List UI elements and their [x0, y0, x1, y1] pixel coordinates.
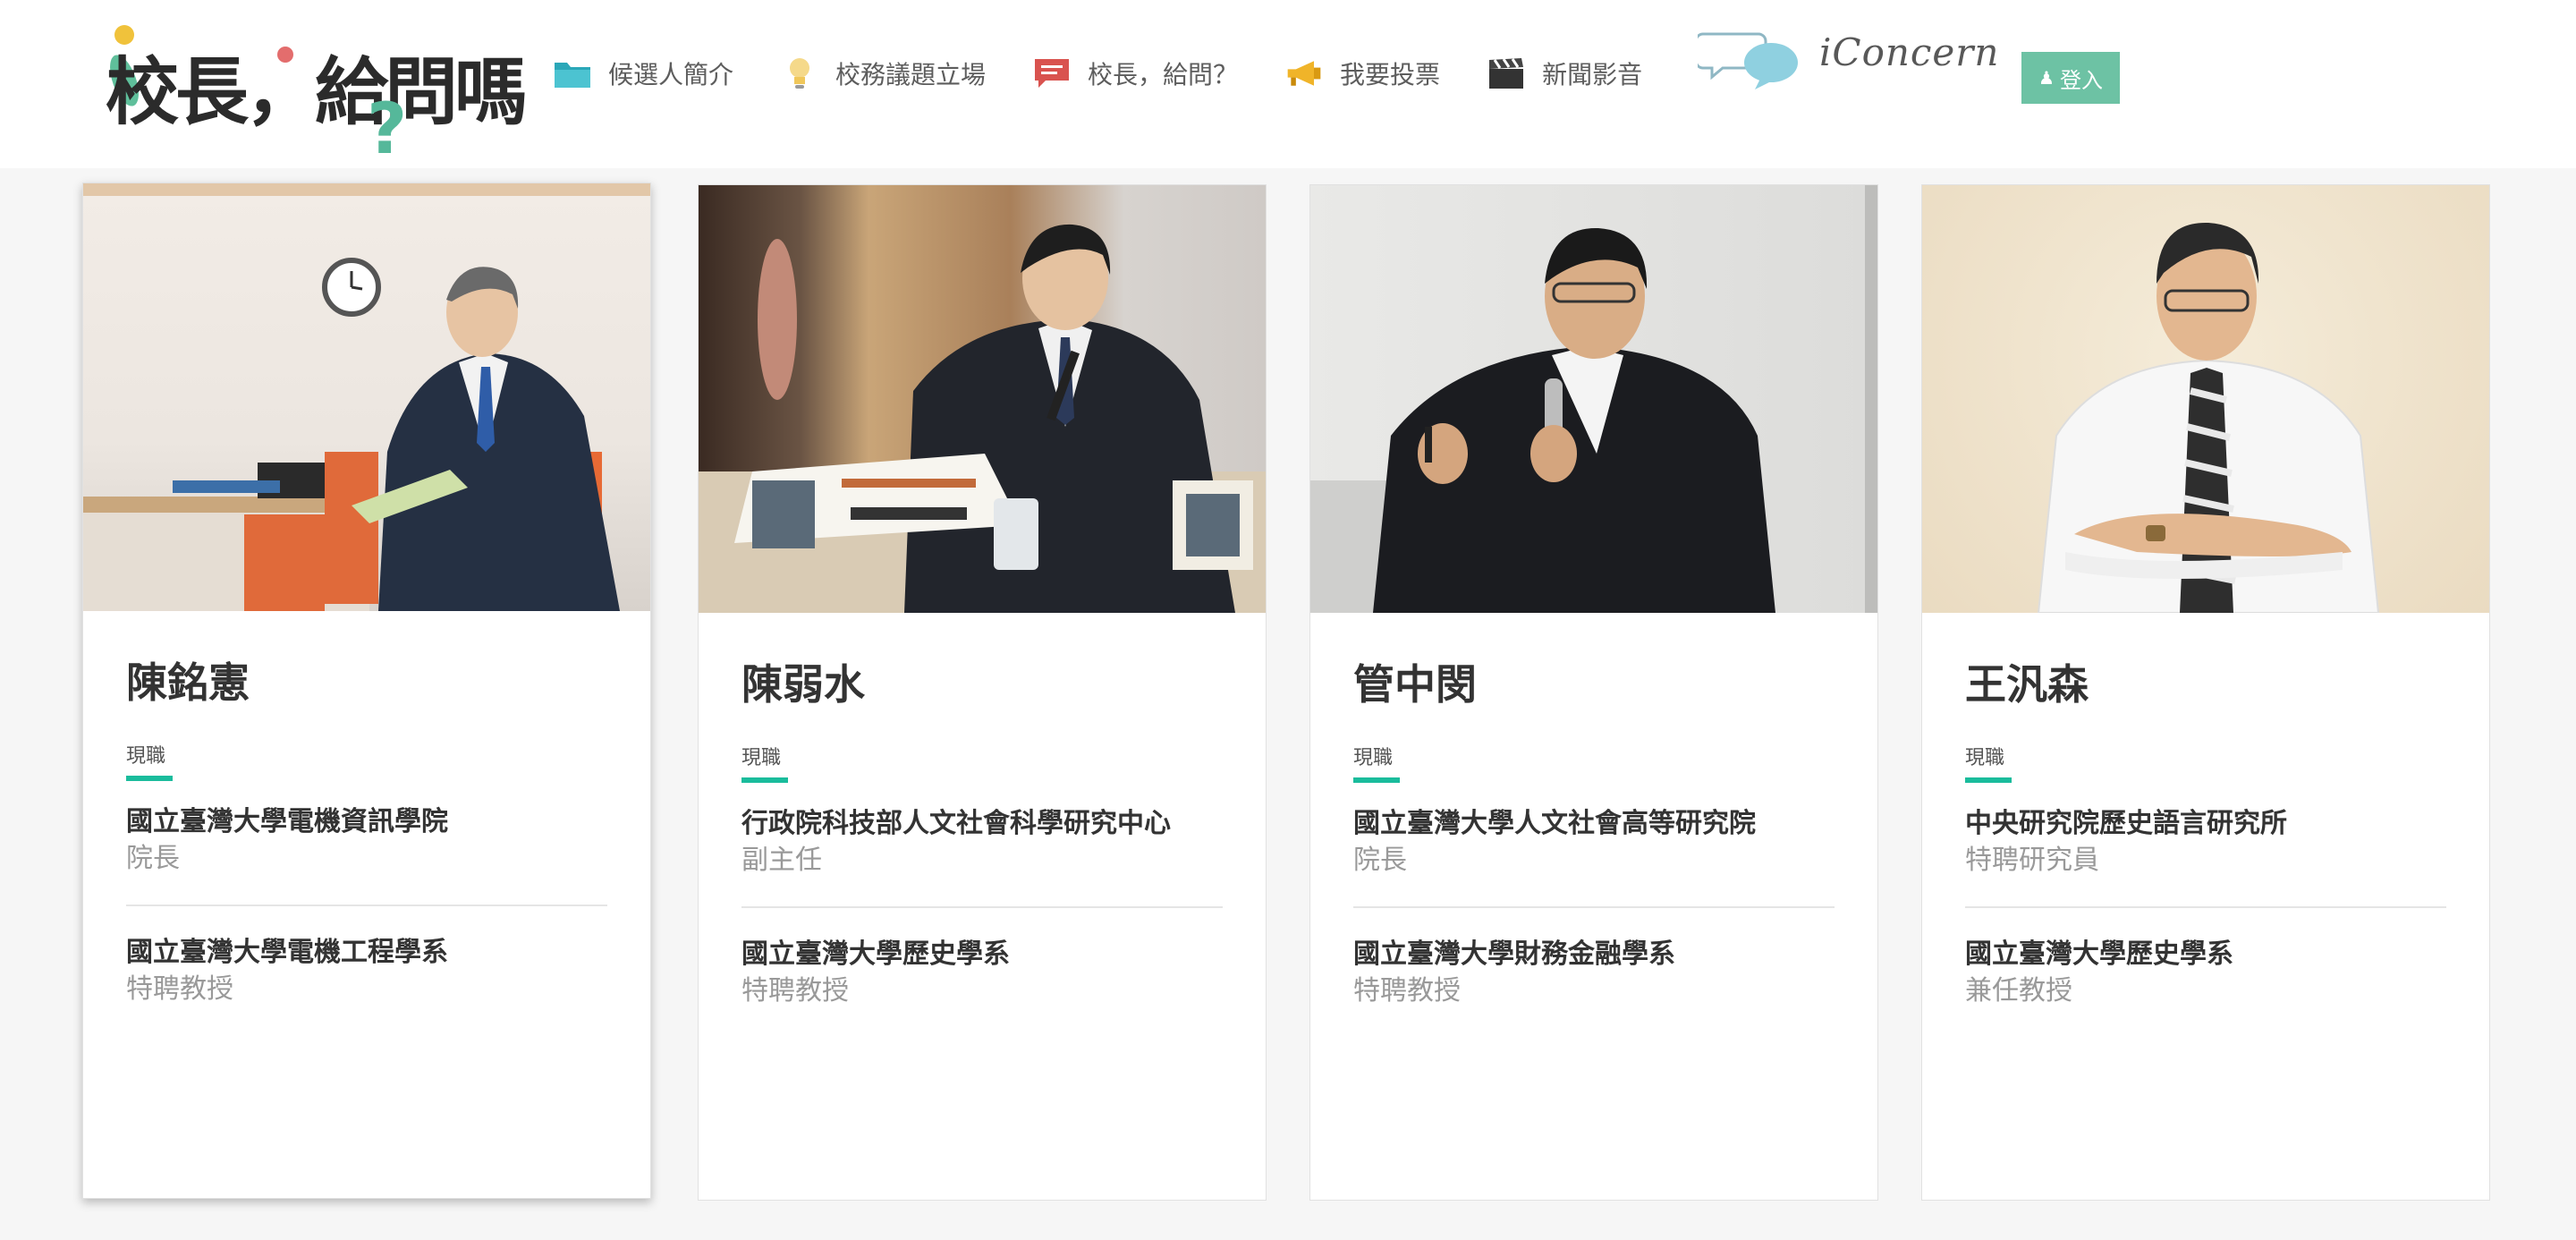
login-label: 登入: [2059, 68, 2103, 93]
iconcern-logo[interactable]: iConcern: [1694, 27, 1998, 93]
section-underline: [1353, 777, 1400, 783]
candidate-name: 陳弱水: [741, 660, 865, 709]
job-org: 國立臺灣大學人文社會高等研究院: [1353, 808, 1756, 839]
candidate-photo: [699, 185, 1266, 613]
candidate-cards: 陳銘憲 現職 國立臺灣大學電機資訊學院 院長 國立臺灣大學電機工程學系 特聘教授: [82, 183, 2494, 1204]
job-title: 特聘研究員: [1965, 845, 2099, 876]
job-org: 國立臺灣大學歷史學系: [1965, 938, 2233, 970]
nav-item-vote[interactable]: 我要投票: [1284, 54, 1440, 93]
card-body: 管中閔 現職 國立臺灣大學人文社會高等研究院 院長 國立臺灣大學財務金融學系 特…: [1310, 613, 1877, 1010]
job-divider: [1353, 906, 1835, 908]
candidate-name: 王汎森: [1965, 660, 2089, 709]
section-label: 現職: [1353, 747, 1394, 769]
section-label: 現職: [741, 747, 782, 769]
chat-icon: [1032, 54, 1072, 93]
candidate-name: 管中閔: [1353, 660, 1477, 709]
candidate-photo: [1310, 185, 1877, 613]
card-body: 陳銘憲 現職 國立臺灣大學電機資訊學院 院長 國立臺灣大學電機工程學系 特聘教授: [83, 611, 650, 1008]
job-title: 特聘教授: [741, 975, 849, 1006]
nav-item-candidates[interactable]: 候選人簡介: [553, 54, 733, 93]
section-underline: [741, 777, 788, 783]
candidate-photo: [1922, 185, 2489, 613]
user-icon: ♟: [2038, 68, 2055, 89]
job-title: 院長: [126, 843, 180, 874]
job-org: 國立臺灣大學電機工程學系: [126, 937, 448, 968]
job-title: 副主任: [741, 845, 822, 876]
logo-question-mark: ?: [367, 89, 408, 170]
login-button[interactable]: ♟ 登入: [2021, 52, 2120, 104]
nav-item-issues[interactable]: 校務議題立場: [780, 54, 986, 93]
job-org: 中央研究院歷史語言研究所: [1965, 808, 2287, 839]
nav-label: 校務議題立場: [835, 60, 987, 89]
card-body: 王汎森 現職 中央研究院歷史語言研究所 特聘研究員 國立臺灣大學歷史學系 兼任教…: [1922, 613, 2489, 1010]
speech-bubbles-icon: [1694, 32, 1798, 89]
nav-item-ask[interactable]: 校長，給問？: [1032, 54, 1238, 93]
candidate-name: 陳銘憲: [126, 658, 250, 707]
iconcern-text: iConcern: [1819, 30, 2000, 74]
job-divider: [741, 906, 1223, 908]
job-org: 國立臺灣大學歷史學系: [741, 938, 1010, 970]
megaphone-icon: [1284, 54, 1324, 93]
nav-label: 新聞影音: [1542, 60, 1643, 89]
section-label: 現職: [1965, 747, 2005, 769]
logo-text: 校長，給問嗎: [106, 50, 528, 135]
job-title: 特聘教授: [1353, 975, 1461, 1006]
candidate-card[interactable]: 管中閔 現職 國立臺灣大學人文社會高等研究院 院長 國立臺灣大學財務金融學系 特…: [1309, 184, 1878, 1201]
card-body: 陳弱水 現職 行政院科技部人文社會科學研究中心 副主任 國立臺灣大學歷史學系 特…: [699, 613, 1266, 1010]
section-underline: [126, 776, 173, 781]
site-logo[interactable]: 校長，給問嗎 ?: [104, 20, 528, 170]
nav-label: 校長，給問？: [1088, 60, 1239, 89]
job-org: 行政院科技部人文社會科學研究中心: [741, 808, 1171, 839]
job-divider: [126, 905, 607, 906]
job-title: 兼任教授: [1965, 975, 2072, 1006]
main-nav: 候選人簡介 校務議題立場 校長，給問？ 我要投票 新聞影音: [553, 50, 1689, 97]
site-header: 校長，給問嗎 ? 候選人簡介 校務議題立場 校長，給問？ 我要投票 新聞影音 i…: [0, 0, 2576, 170]
nav-label: 我要投票: [1340, 60, 1441, 89]
section-label: 現職: [126, 745, 166, 768]
candidate-card[interactable]: 王汎森 現職 中央研究院歷史語言研究所 特聘研究員 國立臺灣大學歷史學系 兼任教…: [1921, 184, 2490, 1201]
nav-label: 候選人簡介: [608, 60, 734, 89]
section-underline: [1965, 777, 2012, 783]
job-divider: [1965, 906, 2446, 908]
job-title: 特聘教授: [126, 973, 233, 1005]
nav-item-news[interactable]: 新聞影音: [1487, 54, 1642, 93]
job-org: 國立臺灣大學財務金融學系: [1353, 938, 1675, 970]
candidate-photo: [83, 183, 650, 611]
clapperboard-icon: [1487, 54, 1526, 93]
candidate-card[interactable]: 陳銘憲 現職 國立臺灣大學電機資訊學院 院長 國立臺灣大學電機工程學系 特聘教授: [82, 183, 651, 1199]
job-org: 國立臺灣大學電機資訊學院: [126, 806, 448, 837]
folder-icon: [553, 54, 592, 93]
candidate-card[interactable]: 陳弱水 現職 行政院科技部人文社會科學研究中心 副主任 國立臺灣大學歷史學系 特…: [698, 184, 1267, 1201]
job-title: 院長: [1353, 845, 1407, 876]
lightbulb-icon: [780, 54, 819, 93]
